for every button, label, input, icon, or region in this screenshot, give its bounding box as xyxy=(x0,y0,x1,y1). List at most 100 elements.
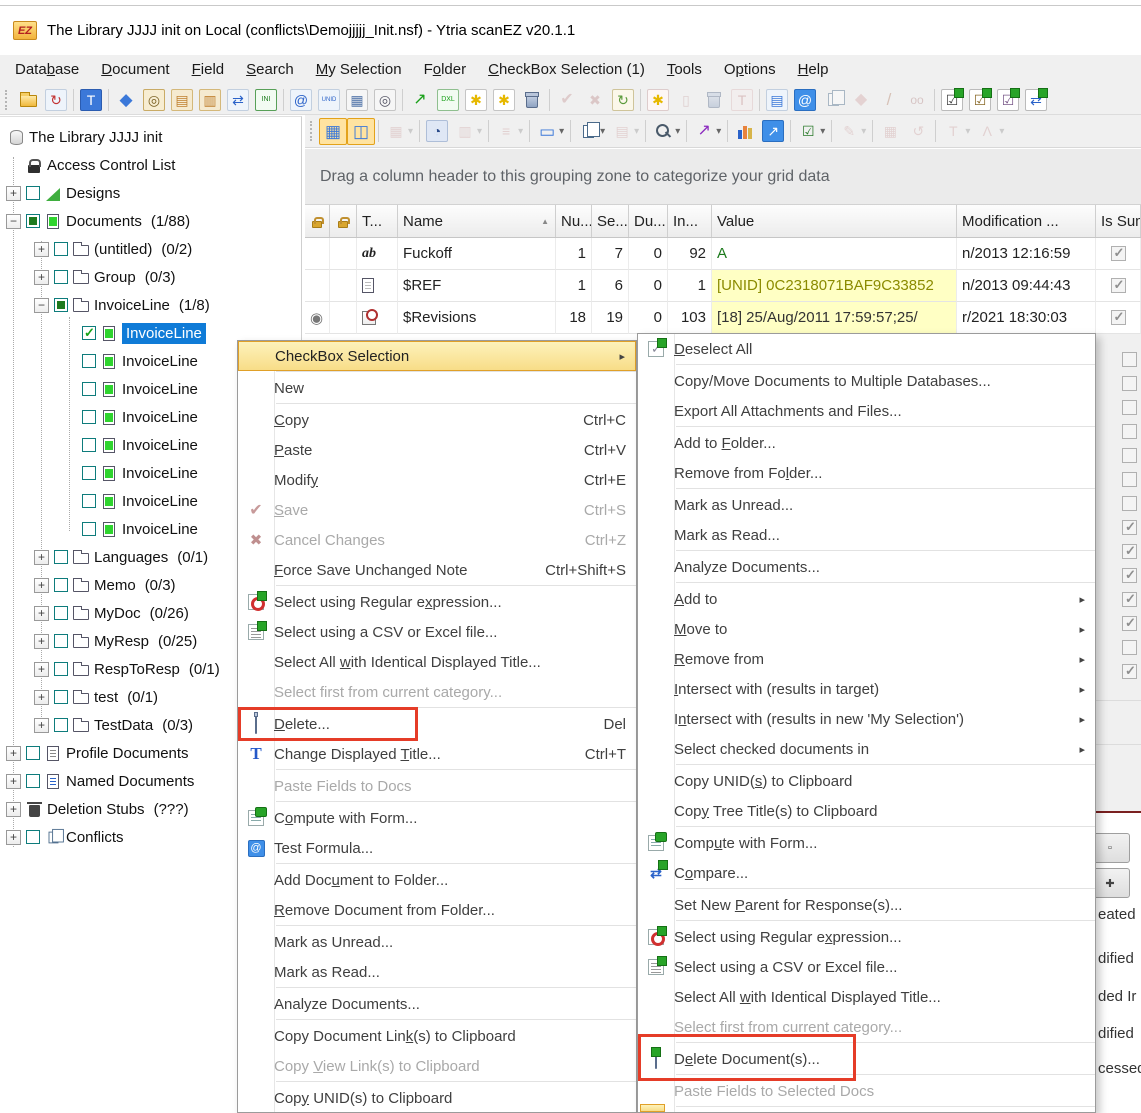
field-list-checkbox[interactable] xyxy=(1122,616,1137,631)
tree-checkbox-empty[interactable] xyxy=(54,634,68,648)
dropdown-arrow-icon[interactable]: ▾ xyxy=(861,126,866,137)
field-list-checkbox[interactable] xyxy=(1122,496,1137,511)
column-header-du[interactable]: Du... xyxy=(629,205,668,237)
dropdown-arrow-icon[interactable]: ▾ xyxy=(600,126,605,137)
tree-item-group[interactable]: +Group(0/3) xyxy=(0,263,301,291)
tree-checkbox-empty[interactable] xyxy=(54,578,68,592)
toolbar-grip[interactable] xyxy=(310,121,315,141)
field-list-checkbox[interactable] xyxy=(1122,520,1137,535)
expand-icon[interactable]: + xyxy=(6,802,21,817)
tree-checkbox-empty[interactable] xyxy=(54,606,68,620)
preview-window-button[interactable]: ◎ xyxy=(371,86,399,113)
column-header-t[interactable]: T... xyxy=(357,205,398,237)
dropdown-arrow-icon[interactable]: ▾ xyxy=(965,126,970,137)
checkbox-copy-button[interactable]: ☑ xyxy=(994,86,1022,113)
menu-item-select-using-regular-expression[interactable]: Select using Regular expression... xyxy=(638,922,1095,952)
menu-item-select-first-from-current-category[interactable]: Select first from current category... xyxy=(638,1012,1095,1042)
ini-file-button[interactable]: INI xyxy=(252,86,280,113)
copy-note-button[interactable]: ▯ xyxy=(672,86,700,113)
expand-icon[interactable]: + xyxy=(34,690,49,705)
menu-item-delete[interactable]: Delete...Del xyxy=(238,709,636,739)
copy-grid-button[interactable]: ▾ xyxy=(574,118,608,145)
tree-checkbox-empty[interactable] xyxy=(54,270,68,284)
menu-search[interactable]: Search xyxy=(235,55,305,85)
tree-checkbox-empty[interactable] xyxy=(82,522,96,536)
expand-icon[interactable]: + xyxy=(6,186,21,201)
chart-bars-button[interactable] xyxy=(731,118,759,145)
menu-field[interactable]: Field xyxy=(181,55,236,85)
chart-window-button[interactable]: ↗ xyxy=(759,118,787,145)
field-list-checkbox[interactable] xyxy=(1122,472,1137,487)
dropdown-arrow-icon[interactable]: ▾ xyxy=(518,126,523,137)
menu-item-new[interactable]: New xyxy=(238,373,636,403)
sort-values-button[interactable]: Λ▾ xyxy=(973,118,1007,145)
values-window-button[interactable]: ▦ xyxy=(343,86,371,113)
expand-icon[interactable]: + xyxy=(6,746,21,761)
expand-icon[interactable]: + xyxy=(34,718,49,733)
menu-item-select-all-with-identical-displayed-title[interactable]: Select All with Identical Displayed Titl… xyxy=(238,647,636,677)
dropdown-arrow-icon[interactable]: ▾ xyxy=(999,126,1004,137)
menu-item-move-to[interactable]: Move to▸ xyxy=(638,614,1095,644)
field-list-checkbox[interactable] xyxy=(1122,376,1137,391)
menu-item-force-save-unchanged-note[interactable]: Force Save Unchanged NoteCtrl+Shift+S xyxy=(238,555,636,585)
database-transfer-button[interactable]: ⇄ xyxy=(224,86,252,113)
menu-document[interactable]: Document xyxy=(90,55,180,85)
menu-item-remove-from-folder[interactable]: Remove from Folder... xyxy=(638,458,1095,488)
column-header-se[interactable]: Se... xyxy=(592,205,629,237)
refresh-button[interactable]: ↻ xyxy=(42,86,70,113)
menu-item-compute-with-form[interactable]: Compute with Form... xyxy=(238,803,636,833)
menu-item-copy-move-documents-to-multiple-databases[interactable]: Copy/Move Documents to Multiple Database… xyxy=(638,366,1095,396)
freeze-clock-button[interactable]: ◔ xyxy=(423,118,451,145)
column-header-lock[interactable] xyxy=(330,205,357,237)
expand-icon[interactable]: + xyxy=(34,270,49,285)
menu-item-select-first-from-current-category[interactable]: Select first from current category... xyxy=(238,677,636,707)
checkbox-selection-button[interactable]: ☑ xyxy=(938,86,966,113)
compare-binoculars-button[interactable]: oo xyxy=(903,86,931,113)
tree-checkbox-empty[interactable] xyxy=(54,242,68,256)
tree-checkbox-empty[interactable] xyxy=(54,718,68,732)
menu-item-add-document-to-folder[interactable]: Add Document to Folder... xyxy=(238,865,636,895)
dropdown-arrow-icon[interactable]: ▾ xyxy=(820,126,825,137)
tree-checkbox-filled[interactable] xyxy=(54,298,68,312)
menu-item-paste-fields-to-docs[interactable]: Paste Fields to Docs xyxy=(238,771,636,801)
menu-item-cancel-changes[interactable]: ✖Cancel ChangesCtrl+Z xyxy=(238,525,636,555)
pin-columns-button[interactable]: ▦▾ xyxy=(382,118,416,145)
menu-item-mark-as-read[interactable]: Mark as Read... xyxy=(238,957,636,987)
is-summary-checkbox[interactable] xyxy=(1111,310,1126,325)
tree-checkbox-empty[interactable] xyxy=(26,774,40,788)
grouping-zone[interactable]: Drag a column header to this grouping zo… xyxy=(305,149,1141,205)
menu-my-selection[interactable]: My Selection xyxy=(305,55,413,85)
column-header-is-sum[interactable]: Is Sum... xyxy=(1096,205,1141,237)
tree-item-access-control-list[interactable]: Access Control List xyxy=(0,151,301,179)
tree-checkbox-empty[interactable] xyxy=(26,830,40,844)
test-formula-button[interactable]: @ xyxy=(791,86,819,113)
column-header-lock[interactable] xyxy=(305,205,330,237)
field-list-checkbox[interactable] xyxy=(1122,400,1137,415)
menu-options[interactable]: Options xyxy=(713,55,787,85)
tree-checkbox-checked[interactable] xyxy=(82,326,96,340)
tree-checkbox-empty[interactable] xyxy=(54,550,68,564)
save-button[interactable]: ✔ xyxy=(553,86,581,113)
database-analyzer-2-button[interactable]: ▥ xyxy=(196,86,224,113)
change-title-button[interactable]: T xyxy=(77,86,105,113)
menu-item-select-using-a-csv-or-excel-file[interactable]: Select using a CSV or Excel file... xyxy=(638,952,1095,982)
tree-checkbox-empty[interactable] xyxy=(82,410,96,424)
open-database-button[interactable] xyxy=(14,86,42,113)
tree-checkbox-empty[interactable] xyxy=(82,382,96,396)
column-header-nu[interactable]: Nu... xyxy=(556,205,592,237)
audit-database-button[interactable]: ◎ xyxy=(140,86,168,113)
expand-icon[interactable]: + xyxy=(34,578,49,593)
dropdown-arrow-icon[interactable]: ▾ xyxy=(559,126,564,137)
film-strip-button[interactable]: ▦ xyxy=(876,118,904,145)
field-list-checkbox[interactable] xyxy=(1122,640,1137,655)
export-button[interactable]: ↗ xyxy=(406,86,434,113)
menu-item-intersect-with-results-in-target[interactable]: Intersect with (results in target)▸ xyxy=(638,674,1095,704)
menu-item-analyze-documents[interactable]: Analyze Documents... xyxy=(238,989,636,1019)
menu-item-select-using-regular-expression[interactable]: Select using Regular expression... xyxy=(238,587,636,617)
expand-icon[interactable]: + xyxy=(34,634,49,649)
menu-item-remove-from[interactable]: Remove from▸ xyxy=(638,644,1095,674)
dropdown-arrow-icon[interactable]: ▾ xyxy=(408,126,413,137)
menu-database[interactable]: Database xyxy=(4,55,90,85)
menu-item-select-using-a-csv-or-excel-file[interactable]: Select using a CSV or Excel file... xyxy=(238,617,636,647)
search-formula-button[interactable]: @ xyxy=(287,86,315,113)
